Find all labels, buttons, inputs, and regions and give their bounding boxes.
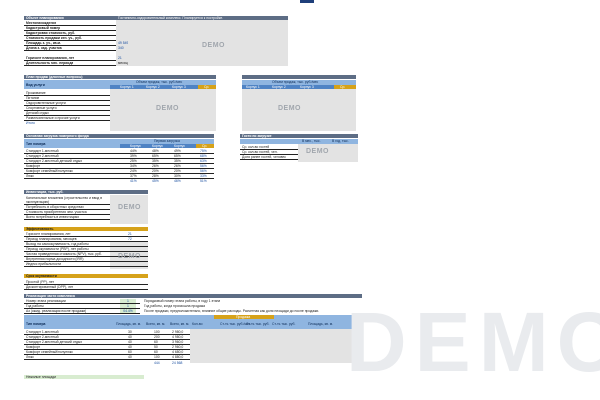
- demo-stamp: DEMO: [156, 105, 179, 112]
- object-row-5-value: 49 549: [118, 41, 129, 45]
- sale-col-6: Ст-ть тыс. руб.: [272, 322, 296, 326]
- sale-col-1: Всего, кв. м.: [146, 322, 166, 326]
- occupancy-group-head: Первая загрузка: [154, 139, 180, 143]
- sales-plan-title: План продаж (длинные вопросы): [24, 75, 216, 79]
- sale-col-5: Ст-ть тыс. руб.: [246, 322, 270, 326]
- sale-total-c: 24 568: [172, 361, 183, 365]
- sale-row-0-note: Порядковый номер этапа работы, в году 1 …: [144, 299, 221, 303]
- sale-head-col: Тип номера: [26, 322, 46, 326]
- top-accent-bar: [300, 0, 314, 3]
- demo-stamp: DEMO: [202, 42, 225, 49]
- occupancy-row-6-val-2: 46%: [174, 179, 181, 183]
- occupancy-title: Основная загрузка номерного фонда: [24, 134, 214, 138]
- sale-group-head: Продажа: [236, 315, 251, 319]
- guests-sub-0: В мес., тыс.: [302, 139, 321, 143]
- occupancy-block: Основная загрузка номерного фонда Тип но…: [24, 134, 214, 186]
- demo-stamp: DEMO: [306, 148, 329, 155]
- object-row-0-label: Объект планирования: [26, 16, 64, 20]
- object-row-8-value: 21: [118, 56, 122, 60]
- object-row-0-value: Гостинично-оздоровительный комплекс. Пла…: [118, 16, 224, 20]
- guests-title: Гости по загрузке: [240, 134, 358, 138]
- sale-col-0: Площадь, кв. м.: [116, 322, 142, 326]
- guests-block: Гости по загрузке В мес., тыс. В год, ты…: [240, 134, 358, 162]
- object-row-6-value: 340: [118, 46, 124, 50]
- sales-plan-head-col: Вид услуги: [26, 83, 45, 87]
- sales-plan-block: План продаж (длинные вопросы) Вид услуги…: [24, 75, 216, 131]
- demo-stamp: DEMO: [118, 253, 141, 260]
- occupancy-sub-3: Ср.: [202, 144, 208, 148]
- sale-col-7: Площадь, кв. м.: [308, 322, 334, 326]
- sale-section-block: Реализация части комплекса Номер этапа р…: [24, 294, 362, 374]
- sale-row-2-note: После продажи, предположительно, влияние…: [144, 309, 320, 313]
- object-info-block: Объект планирования Гостинично-оздоровит…: [24, 16, 288, 66]
- investments-title: Инвестиции, тыс. руб.: [24, 190, 148, 194]
- sale-col-2: Всего, кв. м.: [170, 322, 190, 326]
- invest-row-0: Капитальные вложения (строительство и вв…: [26, 196, 103, 204]
- sales-right-group-head: Объем продаж, тыс. руб./мес: [272, 80, 319, 84]
- occupancy-row-6-val-0: 41%: [130, 179, 137, 183]
- occupancy-row-6-val-1: 45%: [152, 179, 159, 183]
- occupancy-sub-1: Корпус: [152, 144, 163, 148]
- sales-plan-group-head: Объем продаж, тыс. руб./мес: [136, 80, 183, 84]
- demo-watermark: DEMO: [346, 295, 600, 389]
- sale-title: Реализация части комплекса: [24, 294, 362, 298]
- efficiency-block: Эффективность Горизонт планирования, лет…: [24, 227, 148, 269]
- payback-title: Срок окупаемости: [24, 274, 148, 278]
- occupancy-sub-2: Корпус: [174, 144, 185, 148]
- sales-plan-right-block: Объем продаж, тыс. руб./мес Корпус 1 Кор…: [242, 75, 356, 131]
- sales-row-total: Итого: [26, 121, 35, 125]
- occupancy-sub-0: Корпус: [130, 144, 141, 148]
- sale-row-1-note: Год работы, когда произошла продажа: [144, 304, 206, 308]
- occupancy-head-col: Тип номера: [26, 142, 46, 146]
- occupancy-row-6-val-3: 51%: [200, 179, 207, 183]
- payback-block: Срок окупаемости Простой (PP), лет Диско…: [24, 274, 148, 290]
- sale-col-3: Кол-во: [192, 322, 203, 326]
- sale-total-b: 444: [154, 361, 160, 365]
- object-row-9-value: месяц: [118, 61, 128, 65]
- demo-stamp: DEMO: [278, 105, 301, 112]
- footer-label: Нежилые площади: [24, 375, 144, 379]
- demo-stamp: DEMO: [118, 204, 141, 211]
- guests-sub-1: В год, тыс.: [332, 139, 349, 143]
- investments-block: Инвестиции, тыс. руб. Капитальные вложен…: [24, 190, 148, 224]
- efficiency-title: Эффективность: [24, 227, 148, 231]
